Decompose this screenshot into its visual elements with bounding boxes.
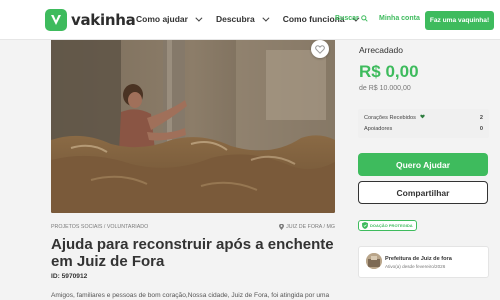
nav-label: Descubra: [215, 14, 255, 24]
search-button[interactable]: Buscar: [335, 15, 368, 22]
donation-sidebar: Arrecadado R$ 0,00 de R$ 10.000,00 Coraç…: [352, 40, 500, 300]
location-pin-icon: [279, 224, 285, 230]
organizer-name: Prefeitura de Juiz de fora: [385, 256, 452, 262]
share-button[interactable]: Compartilhar: [358, 181, 488, 204]
search-label: Buscar: [335, 15, 359, 22]
stat-hearts: Corações Recebidos 2: [364, 114, 483, 122]
nav-label: Como ajudar: [136, 14, 188, 24]
raised-label: Arrecadado: [359, 45, 403, 55]
vakinha-logo[interactable]: vakinha: [45, 9, 136, 31]
nav-descubra[interactable]: Descubra: [215, 14, 270, 24]
goal-amount: de R$ 10.000,00: [359, 85, 411, 92]
chevron-down-icon: [262, 14, 270, 22]
protected-donation-badge: Doação protegida: [358, 220, 417, 231]
green-heart-icon: [419, 114, 425, 119]
stat-label: Corações Recebidos: [364, 115, 416, 121]
stat-value: 2: [479, 114, 483, 121]
nav-como-ajudar[interactable]: Como ajudar: [136, 14, 203, 24]
location-text: Juiz de Fora / MG: [286, 224, 335, 230]
flood-photo: [51, 40, 335, 213]
campaign-description: Amigos, familiares e pessoas de bom cora…: [51, 292, 330, 299]
create-vaquinha-button[interactable]: Faz uma vaquinha!: [425, 11, 494, 30]
heart-icon: [315, 44, 325, 54]
campaign-id: ID: 5970912: [51, 273, 88, 280]
favorite-button[interactable]: [311, 40, 329, 58]
stat-label: Apoiadores: [364, 126, 393, 132]
logo-text: vakinha: [71, 11, 136, 29]
shield-icon: [362, 222, 368, 229]
campaign-page: vakinha Como ajudar Descubra Como funcio…: [0, 0, 500, 300]
campaign-title: Ajuda para reconstruir após a enchente e…: [51, 236, 334, 270]
search-icon: [360, 15, 368, 22]
organizer-avatar: [366, 253, 382, 269]
campaign-location: Juiz de Fora / MG: [279, 224, 335, 230]
stats-box: Corações Recebidos 2 Apoiadores 0: [358, 109, 489, 138]
my-account-link[interactable]: Minha conta: [379, 15, 420, 22]
stat-value: 0: [479, 126, 483, 132]
stat-hearts-label-wrap: Corações Recebidos: [364, 114, 425, 121]
donate-button[interactable]: Quero Ajudar: [358, 153, 488, 176]
organizer-card[interactable]: Prefeitura de Juiz de fora Ativo(a) desd…: [358, 246, 489, 278]
campaign-category: Projetos sociais / Voluntariado: [51, 224, 149, 230]
campaign-image: [51, 40, 335, 213]
stat-supporters: Apoiadores 0: [364, 126, 483, 132]
organizer-active-since: Ativo(a) desde fevereiro/2026: [385, 264, 446, 269]
vakinha-logo-icon: [45, 9, 67, 31]
top-header: vakinha Como ajudar Descubra Como funcio…: [0, 0, 500, 40]
raised-amount: R$ 0,00: [359, 62, 419, 81]
protected-label: Doação protegida: [370, 223, 413, 228]
chevron-down-icon: [195, 14, 203, 22]
